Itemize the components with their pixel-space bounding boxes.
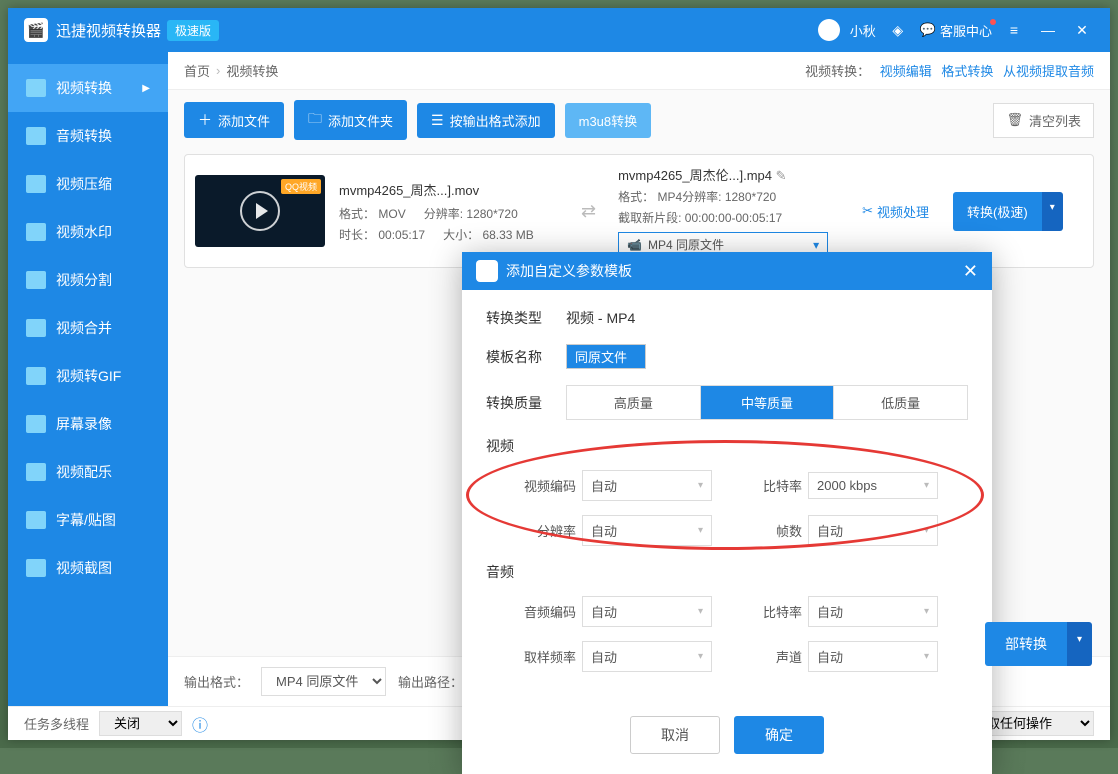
app-title: 迅捷视频转换器 — [56, 20, 161, 41]
plus-icon: ＋ — [198, 110, 212, 130]
sidebar-item-video-convert[interactable]: 视频转换▶ — [8, 64, 168, 112]
file-row: QQ视频 mvmp4265_周杰...].mov 格式： MOV分辨率: 128… — [184, 154, 1094, 268]
video-thumbnail[interactable]: QQ视频 — [195, 175, 325, 247]
thumb-tag: QQ视频 — [281, 179, 321, 194]
sidebar-item-watermark[interactable]: 视频水印 — [8, 208, 168, 256]
sidebar-item-subtitle[interactable]: 字幕/贴图 — [8, 496, 168, 544]
sidebar-item-audio-convert[interactable]: 音频转换 — [8, 112, 168, 160]
convert-all-button[interactable]: 部转换 — [985, 622, 1067, 666]
quality-low-tab[interactable]: 低质量 — [834, 386, 967, 419]
clear-list-button[interactable]: 🗑清空列表 — [993, 103, 1094, 138]
folder-icon: 🗀 — [308, 108, 322, 132]
scissors-icon: ✂ — [862, 203, 873, 219]
add-by-format-button[interactable]: ☰按输出格式添加 — [417, 103, 555, 138]
swap-icon[interactable]: ⇄ — [581, 201, 596, 222]
quality-high-tab[interactable]: 高质量 — [567, 386, 701, 419]
multithread-select[interactable]: 关闭 — [99, 711, 182, 736]
minimize-button[interactable]: — — [1036, 18, 1060, 42]
trash-icon: 🗑 — [1006, 112, 1023, 128]
breadcrumb-home[interactable]: 首页 — [184, 61, 210, 80]
subtitle-icon — [26, 511, 46, 529]
output-format-label: 输出格式： — [184, 672, 249, 691]
list-icon: ☰ — [431, 112, 444, 129]
sidebar-item-screen-record[interactable]: 屏幕录像 — [8, 400, 168, 448]
convert-all-dropdown[interactable]: ▾ — [1067, 622, 1092, 666]
link-extract-audio[interactable]: 从视频提取音频 — [1003, 64, 1094, 79]
watermark-icon — [26, 223, 46, 241]
custom-params-modal: 添加自定义参数模板 ✕ 转换类型视频 - MP4 模板名称 转换质量 高质量 中… — [462, 252, 992, 774]
link-format-convert[interactable]: 格式转换 — [941, 64, 993, 79]
video-icon: 📹 — [627, 238, 642, 252]
app-badge: 极速版 — [167, 20, 219, 41]
video-fps-select[interactable]: 自动▾ — [808, 515, 938, 546]
gif-icon — [26, 367, 46, 385]
add-file-button[interactable]: ＋添加文件 — [184, 102, 284, 138]
menu-icon[interactable]: ≡ — [1002, 18, 1026, 42]
edit-name-icon[interactable]: ✎ — [776, 168, 787, 183]
m3u8-button[interactable]: m3u8转换 — [565, 103, 652, 138]
customer-service-button[interactable]: 💬 客服中心 — [920, 21, 992, 40]
audio-codec-select[interactable]: 自动▾ — [582, 596, 712, 627]
breadcrumb-current: 视频转换 — [226, 61, 278, 80]
video-compress-icon — [26, 175, 46, 193]
split-icon — [26, 271, 46, 289]
modal-cancel-button[interactable]: 取消 — [630, 716, 720, 754]
app-logo-icon: 🎬 — [24, 18, 48, 42]
template-name-input[interactable] — [566, 344, 646, 369]
notification-dot-icon — [990, 19, 996, 25]
link-video-edit[interactable]: 视频编辑 — [880, 64, 932, 79]
video-convert-icon — [26, 79, 46, 97]
chevron-right-icon: ▶ — [142, 83, 150, 94]
audio-section-title: 音频 — [486, 562, 968, 582]
audio-convert-icon — [26, 127, 46, 145]
multithread-label: 任务多线程 — [24, 714, 89, 733]
audio-bitrate-select[interactable]: 自动▾ — [808, 596, 938, 627]
output-format-dropdown[interactable]: MP4 同原文件 — [261, 667, 386, 696]
video-bitrate-select[interactable]: 2000 kbps▾ — [808, 472, 938, 499]
screenshot-icon — [26, 559, 46, 577]
video-resolution-select[interactable]: 自动▾ — [582, 515, 712, 546]
breadcrumb: 首页 › 视频转换 视频转换： 视频编辑 格式转换 从视频提取音频 — [168, 52, 1110, 90]
sidebar-item-bgm[interactable]: 视频配乐 — [8, 448, 168, 496]
bgm-icon — [26, 463, 46, 481]
sidebar-item-screenshot[interactable]: 视频截图 — [8, 544, 168, 592]
sidebar-item-video-compress[interactable]: 视频压缩 — [8, 160, 168, 208]
sidebar-item-split[interactable]: 视频分割 — [8, 256, 168, 304]
record-icon — [26, 415, 46, 433]
video-codec-select[interactable]: 自动▾ — [582, 470, 712, 501]
video-section-title: 视频 — [486, 436, 968, 456]
audio-channel-select[interactable]: 自动▾ — [808, 641, 938, 672]
video-process-button[interactable]: ✂视频处理 — [862, 202, 929, 221]
quality-medium-tab[interactable]: 中等质量 — [701, 386, 835, 419]
sidebar-item-merge[interactable]: 视频合并 — [8, 304, 168, 352]
chevron-down-icon: ▾ — [813, 238, 819, 252]
user-avatar[interactable] — [818, 19, 840, 41]
add-folder-button[interactable]: 🗀添加文件夹 — [294, 100, 407, 140]
convert-button[interactable]: 转换(极速) — [953, 192, 1042, 231]
modal-ok-button[interactable]: 确定 — [734, 716, 824, 754]
info-icon[interactable]: ⓘ — [192, 712, 208, 736]
titlebar: 🎬 迅捷视频转换器 极速版 小秋 ◈ 💬 客服中心 ≡ — ✕ — [8, 8, 1110, 52]
convert-type-value: 视频 - MP4 — [566, 308, 635, 328]
output-path-label: 输出路径： — [398, 672, 463, 691]
merge-icon — [26, 319, 46, 337]
close-button[interactable]: ✕ — [1070, 18, 1094, 42]
modal-logo-icon — [476, 260, 498, 282]
chevron-right-icon: › — [216, 63, 220, 78]
input-filename: mvmp4265_周杰...].mov — [339, 180, 559, 199]
username[interactable]: 小秋 — [850, 21, 876, 40]
sidebar: 视频转换▶ 音频转换 视频压缩 视频水印 视频分割 视频合并 视频转GIF 屏幕… — [8, 52, 168, 706]
convert-dropdown[interactable]: ▾ — [1042, 192, 1063, 231]
modal-title: 添加自定义参数模板 — [506, 261, 632, 281]
sidebar-item-gif[interactable]: 视频转GIF — [8, 352, 168, 400]
member-icon[interactable]: ◈ — [886, 18, 910, 42]
output-filename: mvmp4265_周杰伦...].mp4 — [618, 168, 772, 183]
audio-sample-select[interactable]: 自动▾ — [582, 641, 712, 672]
modal-close-button[interactable]: ✕ — [963, 261, 978, 282]
chat-icon: 💬 — [920, 22, 936, 38]
